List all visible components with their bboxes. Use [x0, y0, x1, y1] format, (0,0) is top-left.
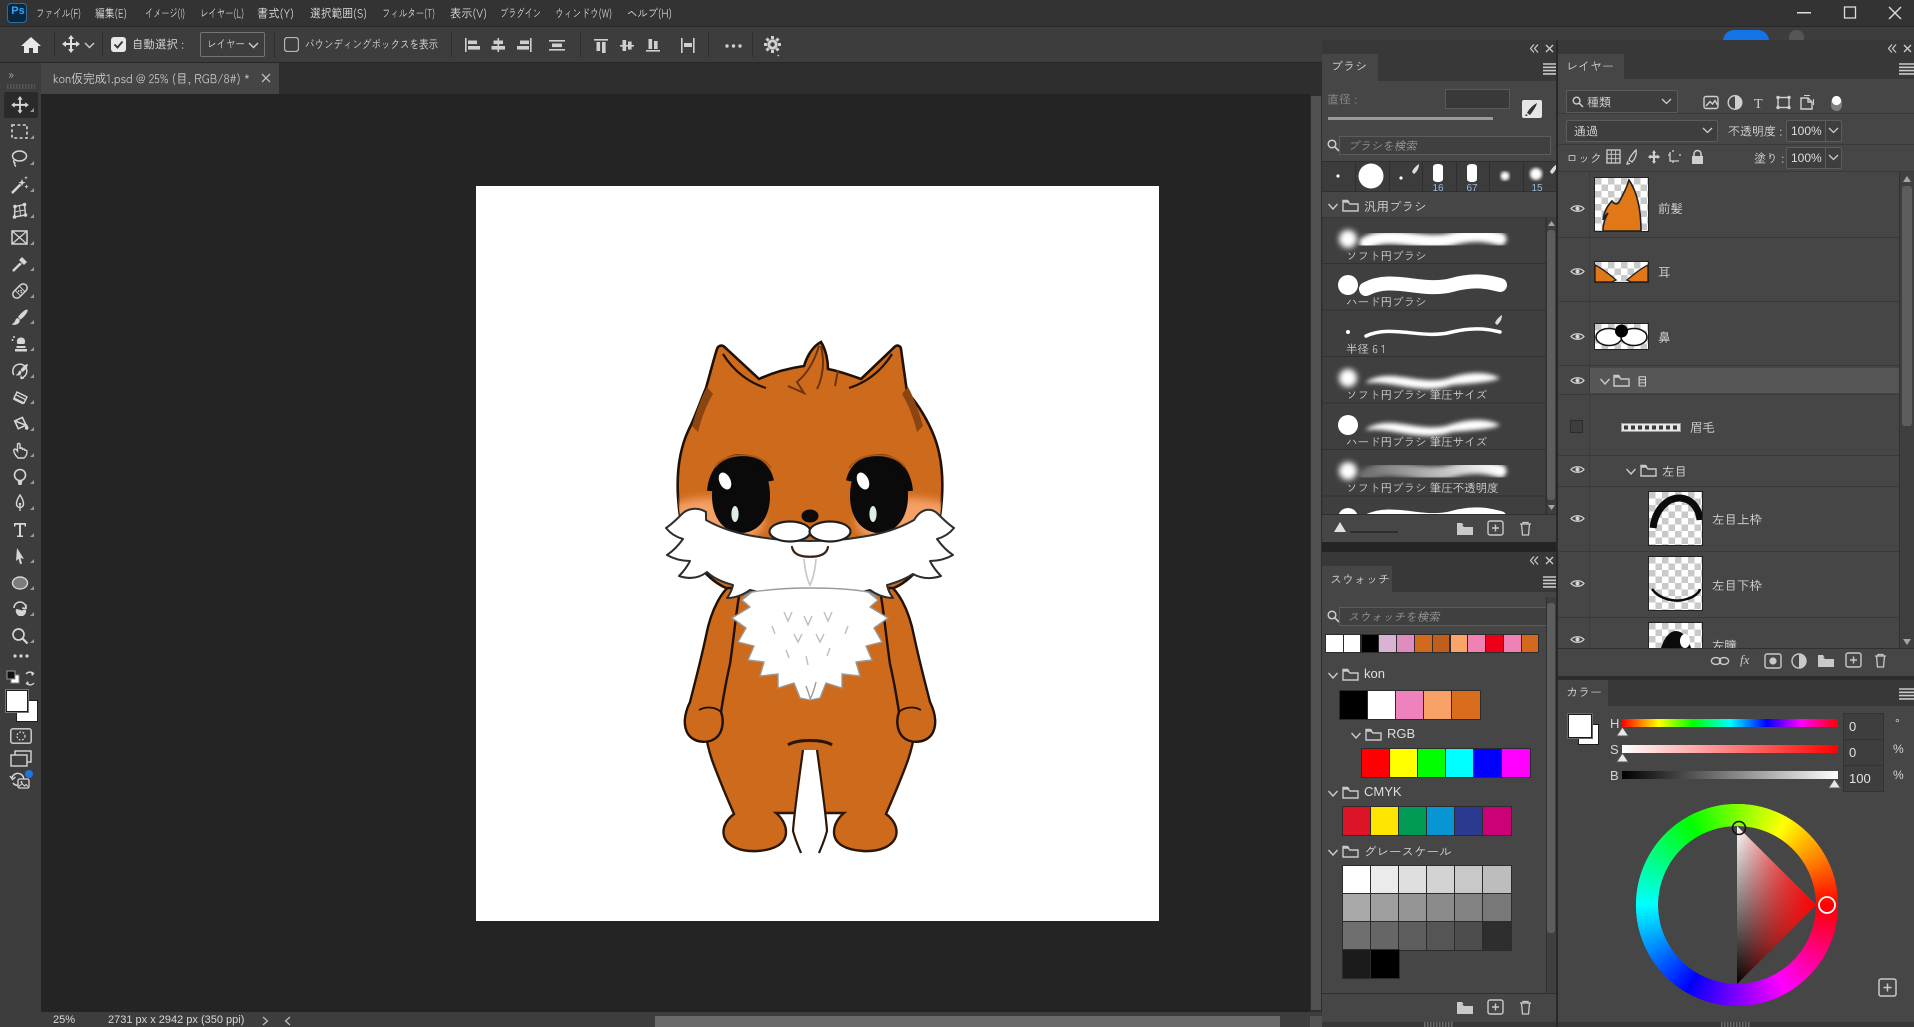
svg-text:T: T	[1754, 97, 1763, 111]
svg-text:67: 67	[1466, 183, 1478, 192]
svg-text:15: 15	[1531, 183, 1543, 192]
svg-text:16: 16	[1432, 183, 1444, 192]
